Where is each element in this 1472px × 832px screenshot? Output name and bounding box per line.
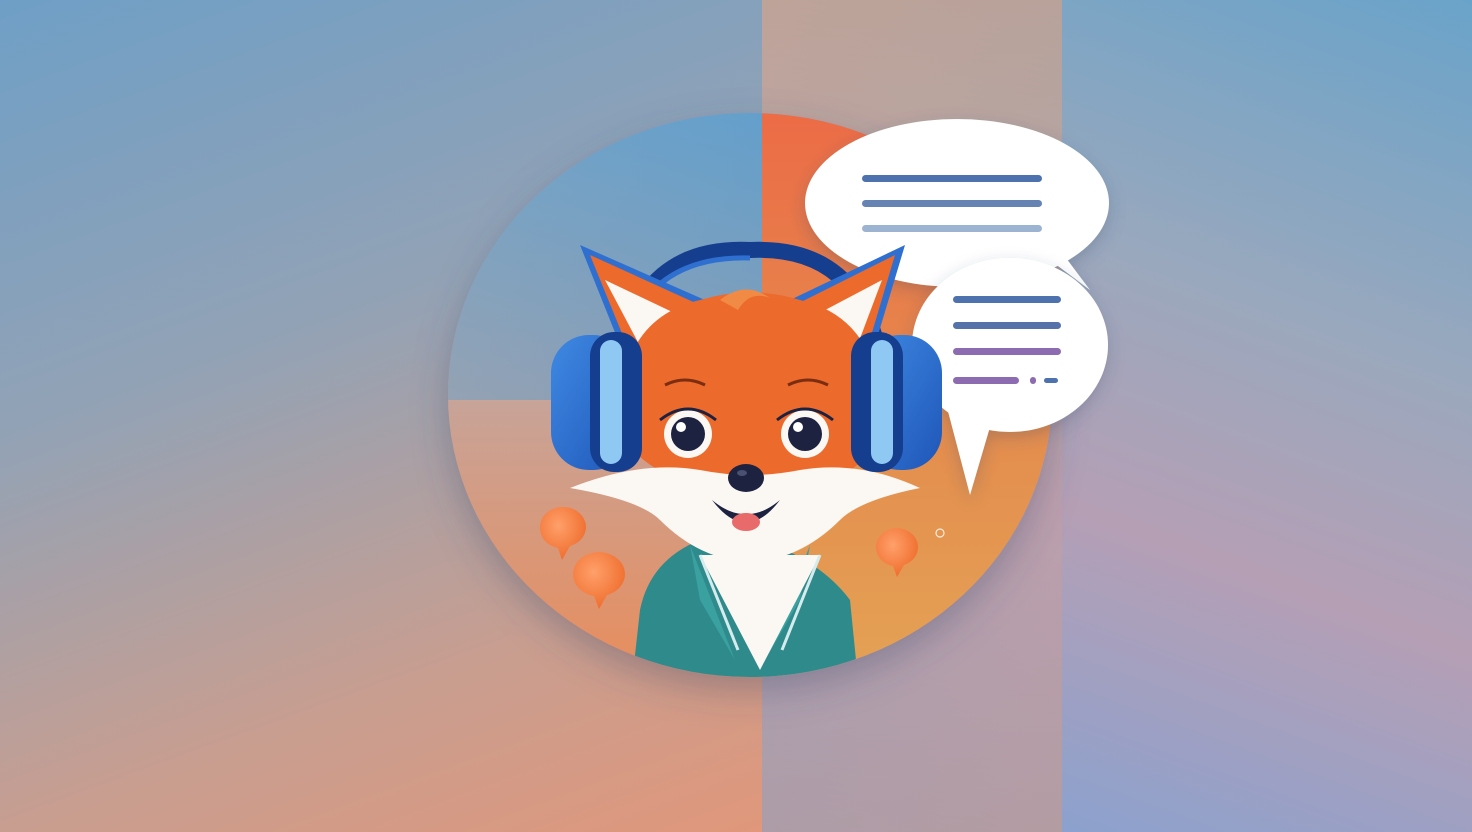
fox-illustration xyxy=(448,113,1109,677)
illustration-canvas xyxy=(0,0,1472,832)
headphone-left-cup xyxy=(551,332,642,472)
headphone-right-cup xyxy=(851,332,942,472)
